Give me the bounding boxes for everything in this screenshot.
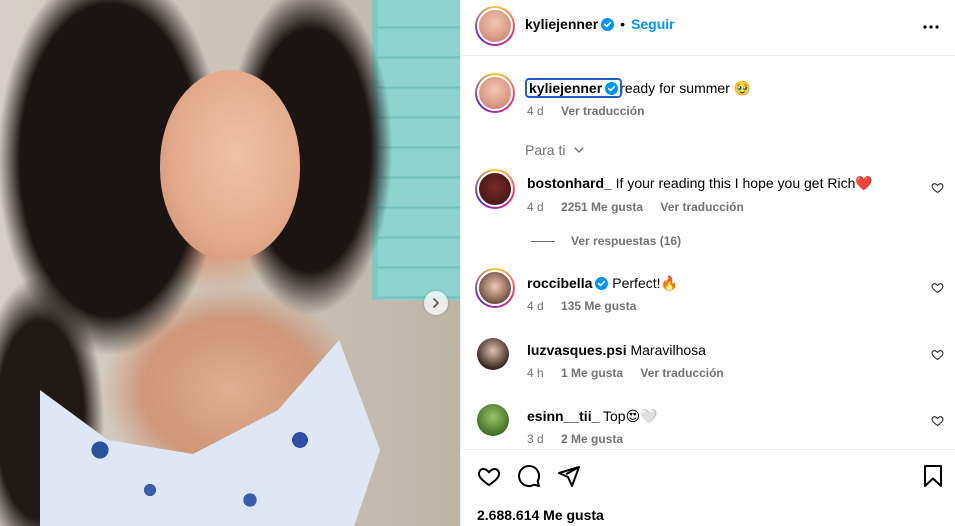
follow-button[interactable]: Seguir (631, 16, 675, 32)
post-action-bar: 2.688.614 Me gusta (461, 449, 955, 526)
view-replies-link[interactable]: Ver respuestas (16) (531, 234, 681, 248)
header-separator: • (620, 16, 626, 32)
comment-icon[interactable] (517, 464, 541, 488)
comment-likes[interactable]: 2251 Me gusta (561, 200, 643, 214)
media-face-detail (160, 70, 300, 260)
comment-avatar[interactable] (475, 169, 515, 209)
comment-time: 4 d (527, 299, 544, 313)
comment-likes[interactable]: 2 Me gusta (561, 432, 623, 446)
comment-row: luzvasques.psi Maravilhosa 4 h 1 Me gust… (461, 338, 955, 388)
heart-icon[interactable] (931, 348, 944, 361)
comment-time: 4 h (527, 366, 544, 380)
comment-filter-dropdown[interactable]: Para ti (525, 142, 585, 158)
post-header: kyliejenner • Seguir (461, 0, 955, 56)
chevron-right-icon (433, 298, 439, 308)
caption-username-text: kyliejenner (529, 80, 603, 96)
share-icon[interactable] (557, 464, 581, 488)
verified-badge-icon (605, 82, 619, 95)
comment-row: bostonhard_ If your reading this I hope … (461, 169, 955, 219)
comment-avatar[interactable] (475, 268, 515, 308)
comment-row: esinn__tii_ Top😍🤍 3 d 2 Me gusta (461, 404, 955, 449)
heart-icon[interactable] (931, 414, 944, 427)
caption-row: kyliejenner ready for summer 🥹 4 d Ver tr… (461, 73, 955, 123)
chevron-down-icon (574, 147, 585, 153)
comment-likes[interactable]: 135 Me gusta (561, 299, 636, 313)
view-replies-label: Ver respuestas (16) (571, 234, 682, 248)
comment-text: Perfect!🔥 (612, 275, 678, 291)
comment-text: If your reading this I hope you get Rich… (615, 175, 873, 191)
comment-translate-link[interactable]: Ver traducción (640, 366, 723, 380)
caption-translate-link[interactable]: Ver traducción (561, 104, 644, 118)
comment-username[interactable]: bostonhard_ (527, 175, 612, 191)
author-avatar[interactable] (475, 6, 515, 46)
comment-row: roccibella Perfect!🔥 4 d 135 Me gusta (461, 268, 955, 318)
caption-time: 4 d (527, 104, 544, 118)
comment-avatar[interactable] (477, 338, 509, 370)
verified-badge-icon (601, 18, 615, 31)
heart-icon[interactable] (931, 181, 944, 194)
more-options-icon[interactable] (922, 18, 940, 36)
post-media[interactable] (0, 0, 460, 526)
comment-username[interactable]: luzvasques.psi (527, 342, 627, 358)
comment-text: Top😍🤍 (603, 408, 658, 424)
caption-username[interactable]: kyliejenner (524, 78, 623, 98)
replies-line (531, 241, 555, 243)
comment-username[interactable]: esinn__tii_ (527, 408, 599, 424)
heart-icon[interactable] (477, 464, 501, 488)
caption-avatar[interactable] (475, 73, 515, 113)
comment-username[interactable]: roccibella (527, 275, 592, 291)
comment-time: 4 d (527, 200, 544, 214)
carousel-next-button[interactable] (424, 291, 448, 315)
comment-translate-link[interactable]: Ver traducción (660, 200, 743, 214)
comment-filter-label: Para ti (525, 142, 566, 158)
comment-avatar[interactable] (477, 404, 509, 436)
heart-icon[interactable] (931, 281, 944, 294)
comment-text: Maravilhosa (630, 342, 706, 358)
comment-likes[interactable]: 1 Me gusta (561, 366, 623, 380)
post-side-panel: kyliejenner • Seguir kyliejenner ready for … (460, 0, 955, 526)
comment-time: 3 d (527, 432, 544, 446)
bookmark-icon[interactable] (922, 464, 944, 488)
post-likes-count[interactable]: 2.688.614 Me gusta (477, 507, 604, 523)
author-username[interactable]: kyliejenner (525, 16, 598, 32)
caption-text: ready for summer 🥹 (620, 80, 752, 96)
verified-badge-icon (595, 277, 609, 290)
